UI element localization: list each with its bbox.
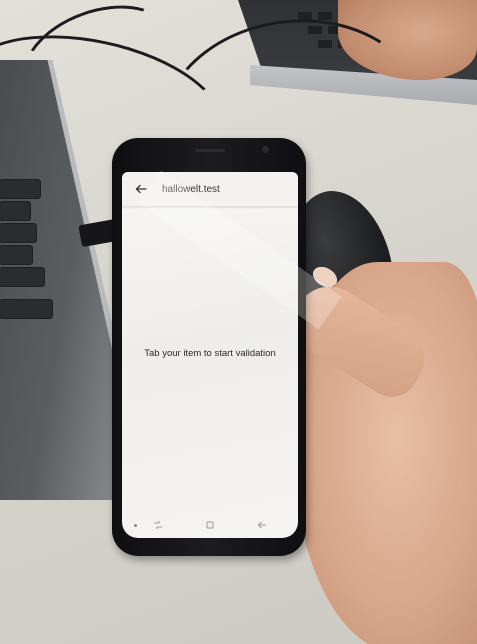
phone-screen: hallowelt.test Tab your item to start va…: [122, 172, 298, 538]
validation-message: Tab your item to start validation: [144, 348, 276, 359]
front-camera: [262, 146, 269, 153]
app-bar: hallowelt.test: [122, 172, 298, 206]
system-nav-bar: [122, 512, 298, 538]
earpiece: [195, 149, 225, 152]
photo-scene: hallowelt.test Tab your item to start va…: [0, 0, 477, 644]
back-icon[interactable]: [255, 518, 269, 532]
recent-apps-icon[interactable]: [151, 518, 165, 532]
home-icon[interactable]: [203, 518, 217, 532]
arrow-left-icon[interactable]: [134, 182, 148, 196]
page-title: hallowelt.test: [162, 183, 220, 195]
nav-indicator-dot: [134, 524, 137, 527]
